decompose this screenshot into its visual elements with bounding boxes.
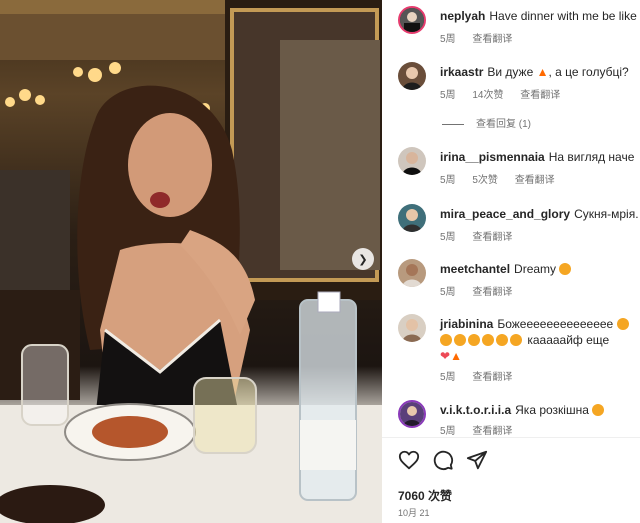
comment-time: 5周: [440, 372, 456, 383]
laughing-emoji-icon: [482, 334, 494, 346]
comment-translate-link[interactable]: 查看翻译: [472, 372, 512, 383]
share-icon[interactable]: [466, 449, 488, 471]
caption-time: 5周: [440, 34, 456, 45]
comments-panel: neplyah Have dinner with me be like 5周 查看…: [382, 0, 640, 523]
comment-username[interactable]: meetchantel: [440, 262, 510, 276]
caption-username[interactable]: neplyah: [440, 9, 485, 23]
fire-emoji-icon: ▲: [536, 65, 549, 79]
comment-time: 5周: [440, 426, 456, 437]
laughing-emoji-icon: [496, 334, 508, 346]
comment-time: 5周: [440, 90, 456, 101]
comment-translate-link[interactable]: 查看翻译: [472, 232, 512, 243]
comment-time: 5周: [440, 232, 456, 243]
carousel-next-button[interactable]: ❯: [352, 248, 374, 270]
avatar[interactable]: [398, 62, 426, 90]
avatar[interactable]: [398, 259, 426, 287]
comment-icon[interactable]: [432, 449, 454, 471]
post-photo[interactable]: ❯: [0, 0, 382, 523]
comment-likes[interactable]: 5次赞: [472, 175, 498, 186]
avatar[interactable]: [398, 147, 426, 175]
comment-text: Dreamy: [514, 262, 557, 276]
avatar[interactable]: [398, 204, 426, 232]
comment-username[interactable]: v.i.k.t.o.r.i.i.a: [440, 403, 511, 417]
caption-translate-link[interactable]: 查看翻译: [472, 34, 512, 45]
star-eyes-emoji-icon: [559, 263, 572, 275]
likes-count[interactable]: 7060 次赞: [398, 487, 452, 504]
chevron-right-icon: ❯: [358, 253, 368, 266]
comment-username[interactable]: irina__pismennaia: [440, 150, 545, 164]
comment-text: На вигляд наче: [548, 150, 635, 164]
fire-emoji-icon: ▲: [450, 349, 462, 363]
comment-text: Сукня-мрія.: [574, 207, 639, 221]
comment-translate-link[interactable]: 查看翻译: [472, 287, 512, 298]
comment-likes[interactable]: 14次赞: [472, 90, 503, 101]
heart-icon[interactable]: [398, 449, 420, 471]
comment-time: 5周: [440, 287, 456, 298]
comment-username[interactable]: mira_peace_and_glory: [440, 207, 570, 221]
caption-text: Have dinner with me be like: [489, 9, 637, 23]
comment-text: Божееееееееееееее: [497, 317, 614, 331]
laughing-emoji-icon: [510, 334, 522, 346]
view-replies-button[interactable]: 查看回复 (1): [442, 115, 531, 130]
avatar[interactable]: [398, 400, 426, 428]
actions-divider: [382, 437, 640, 438]
replies-divider: [442, 123, 464, 125]
comment-username[interactable]: irkaastr: [440, 65, 483, 79]
comment-text-line2: кааааайф еще: [527, 333, 610, 347]
comment-translate-link[interactable]: 查看翻译: [515, 175, 555, 186]
comment-translate-link[interactable]: 查看翻译: [520, 90, 560, 101]
comment-text: Яка розкішна: [515, 403, 589, 417]
view-replies-label: 查看回复 (1): [476, 119, 531, 130]
laughing-emoji-icon: [454, 334, 466, 346]
comment-translate-link[interactable]: 查看翻译: [472, 426, 512, 437]
heart-emoji-icon: ❤: [440, 349, 451, 363]
post-date: 10月 21: [398, 508, 430, 518]
avatar[interactable]: [398, 6, 426, 34]
photo-illustration: [0, 0, 382, 523]
star-eyes-emoji-icon: [592, 404, 605, 416]
comment-text: Ви дуже: [487, 65, 534, 79]
comment-username[interactable]: jriabinina: [440, 317, 493, 331]
laughing-emoji-icon: [616, 318, 629, 330]
avatar[interactable]: [398, 314, 426, 342]
comment-text-after: , а це голубці?: [548, 65, 629, 79]
laughing-emoji-icon: [468, 334, 480, 346]
laughing-emoji-icon: [440, 334, 452, 346]
comment-time: 5周: [440, 175, 456, 186]
